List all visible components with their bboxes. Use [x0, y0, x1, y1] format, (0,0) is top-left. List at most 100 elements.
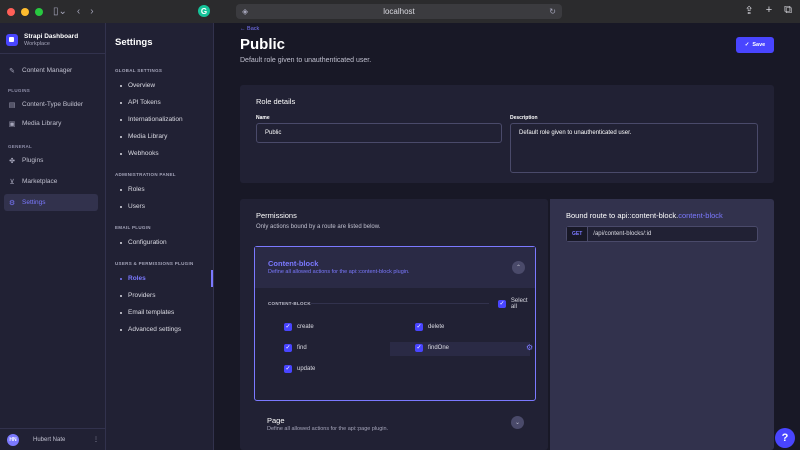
- description-field[interactable]: Default role given to unauthenticated us…: [510, 123, 758, 173]
- bullet-icon: [120, 135, 122, 138]
- tab-overview-icon[interactable]: ⧉: [784, 4, 792, 17]
- subnav-section-email: EMAIL PLUGIN: [115, 225, 151, 230]
- nav-item-content-type-builder[interactable]: ▤ Content-Type Builder: [4, 96, 98, 113]
- subnav-label: API Tokens: [128, 99, 161, 106]
- subnav-item-media-library[interactable]: Media Library: [106, 128, 213, 145]
- forward-arrow-icon[interactable]: ›: [90, 6, 93, 17]
- subnav-item-api-tokens[interactable]: API Tokens: [106, 94, 213, 111]
- bullet-icon: [120, 152, 122, 155]
- chevron-up-icon[interactable]: ⌃: [512, 261, 525, 274]
- nav-item-media-library[interactable]: ▣ Media Library: [4, 115, 98, 132]
- new-tab-icon[interactable]: +: [766, 4, 772, 17]
- back-link[interactable]: ← Back: [240, 26, 259, 32]
- route-box: GET /api/content-blocks/:id: [566, 226, 758, 242]
- content-block-accordion-header[interactable]: Content-block Define all allowed actions…: [255, 247, 535, 288]
- sidebar-toggle-icon[interactable]: ▯⌄: [53, 6, 67, 17]
- user-menu[interactable]: HN Hubert Nate ⋮: [0, 428, 106, 450]
- nav-label: Settings: [22, 199, 46, 206]
- permission-findone-checkbox[interactable]: ✓ findOne: [415, 344, 449, 352]
- more-icon[interactable]: ⋮: [93, 436, 99, 443]
- subnav-item-webhooks[interactable]: Webhooks: [106, 145, 213, 162]
- save-button[interactable]: ✓ Save: [736, 37, 774, 53]
- main-content: ← Back Public Default role given to unau…: [214, 23, 800, 450]
- bound-route-panel: Bound route to api::content-block.conten…: [550, 199, 774, 450]
- user-name: Hubert Nate: [33, 436, 66, 443]
- nav-label: Media Library: [22, 120, 62, 127]
- permission-label: create: [297, 324, 314, 330]
- shopping-cart-icon: ⊻: [9, 178, 15, 186]
- http-method-badge: GET: [567, 227, 589, 241]
- subnav-label: Roles: [128, 186, 145, 193]
- permission-label: update: [297, 366, 316, 372]
- gear-icon: ⚙: [8, 199, 16, 207]
- nav-item-settings[interactable]: ⚙ Settings: [4, 194, 98, 211]
- maximize-window-button[interactable]: [35, 7, 43, 16]
- nav-section-plugins: PLUGINS: [8, 88, 31, 93]
- subnav-item-email-templates[interactable]: Email templates: [106, 304, 213, 321]
- nav-label: Plugins: [22, 157, 44, 164]
- subnav-section-global: GLOBAL SETTINGS: [115, 68, 163, 73]
- subnav-item-overview[interactable]: Overview: [106, 77, 213, 94]
- reload-icon[interactable]: ↻: [549, 7, 556, 16]
- nav-label: Content Manager: [22, 67, 73, 74]
- permission-label: findOne: [428, 345, 450, 351]
- subnav-item-configuration[interactable]: Configuration: [106, 234, 213, 251]
- check-icon: ✓: [744, 42, 750, 48]
- bound-route-action: content-block: [678, 211, 723, 220]
- bullet-icon: [120, 311, 122, 314]
- permission-update-checkbox[interactable]: ✓ update: [284, 365, 315, 373]
- share-icon[interactable]: ⇪: [744, 4, 753, 17]
- page-accordion[interactable]: Page Define all allowed actions for the …: [254, 408, 536, 448]
- subnav-item-up-roles[interactable]: Roles: [106, 270, 213, 287]
- bullet-icon: [120, 294, 122, 297]
- chevron-down-icon[interactable]: ⌄: [511, 416, 524, 429]
- nav-item-content-manager[interactable]: ✎ Content Manager: [4, 62, 98, 79]
- subnav-item-providers[interactable]: Providers: [106, 287, 213, 304]
- description-label: Description: [510, 115, 538, 121]
- select-all-checkbox[interactable]: ✓ Select all: [498, 298, 535, 310]
- subnav-section-users-permissions: USERS & PERMISSIONS PLUGIN: [115, 261, 194, 266]
- help-button[interactable]: ?: [775, 428, 795, 448]
- nav-item-plugins[interactable]: ✤ Plugins: [4, 152, 98, 169]
- subnav-section-administration: ADMINISTRATION PANEL: [115, 172, 176, 177]
- subnav-label: Roles: [128, 275, 146, 282]
- subnav-item-advanced-settings[interactable]: Advanced settings: [106, 321, 213, 338]
- nav-item-marketplace[interactable]: ⊻ Marketplace: [4, 173, 98, 190]
- permissions-card: Permissions Only actions bound by a rout…: [240, 199, 548, 450]
- checkbox-checked-icon: ✓: [284, 323, 292, 331]
- address-bar[interactable]: ◈ localhost ↻: [236, 4, 562, 19]
- content-block-accordion: Content-block Define all allowed actions…: [254, 246, 536, 401]
- findone-row-highlight: [390, 342, 530, 356]
- close-window-button[interactable]: [7, 7, 15, 16]
- checkbox-checked-icon: ✓: [284, 344, 292, 352]
- accordion-title: Page: [267, 416, 285, 425]
- bound-route-prefix: Bound route to: [566, 211, 616, 220]
- nav-section-general: GENERAL: [8, 144, 33, 149]
- nav-label: Content-Type Builder: [22, 101, 84, 108]
- subnav-label: Overview: [128, 82, 156, 89]
- save-label: Save: [752, 42, 766, 48]
- subnav-item-users[interactable]: Users: [106, 198, 213, 215]
- name-field[interactable]: Public: [256, 123, 502, 143]
- nav-label: Marketplace: [22, 178, 58, 185]
- puzzle-icon: ✤: [9, 157, 15, 165]
- browser-toolbar: ▯⌄ ‹ › G ◈ localhost ↻ ⇪ + ⧉: [0, 0, 800, 23]
- divider: [311, 303, 489, 304]
- subnav-item-admin-roles[interactable]: Roles: [106, 181, 213, 198]
- strapi-logo-icon: [6, 34, 18, 46]
- bullet-icon: [120, 118, 122, 121]
- brand-title: Strapi Dashboard: [24, 33, 79, 40]
- subnav-item-internationalization[interactable]: Internationalization: [106, 111, 213, 128]
- permission-delete-checkbox[interactable]: ✓ delete: [415, 323, 444, 331]
- subnav-label: Webhooks: [128, 150, 159, 157]
- permission-create-checkbox[interactable]: ✓ create: [284, 323, 314, 331]
- subnav-label: Users: [128, 203, 145, 210]
- back-arrow-icon[interactable]: ‹: [77, 6, 80, 17]
- permission-find-checkbox[interactable]: ✓ find: [284, 344, 307, 352]
- gear-icon[interactable]: ⚙: [526, 343, 533, 352]
- brand-subtitle: Workplace: [24, 41, 50, 47]
- subnav-label: Providers: [128, 292, 156, 299]
- minimize-window-button[interactable]: [21, 7, 29, 16]
- grammarly-extension-icon[interactable]: G: [198, 5, 210, 17]
- bullet-icon: [120, 277, 122, 280]
